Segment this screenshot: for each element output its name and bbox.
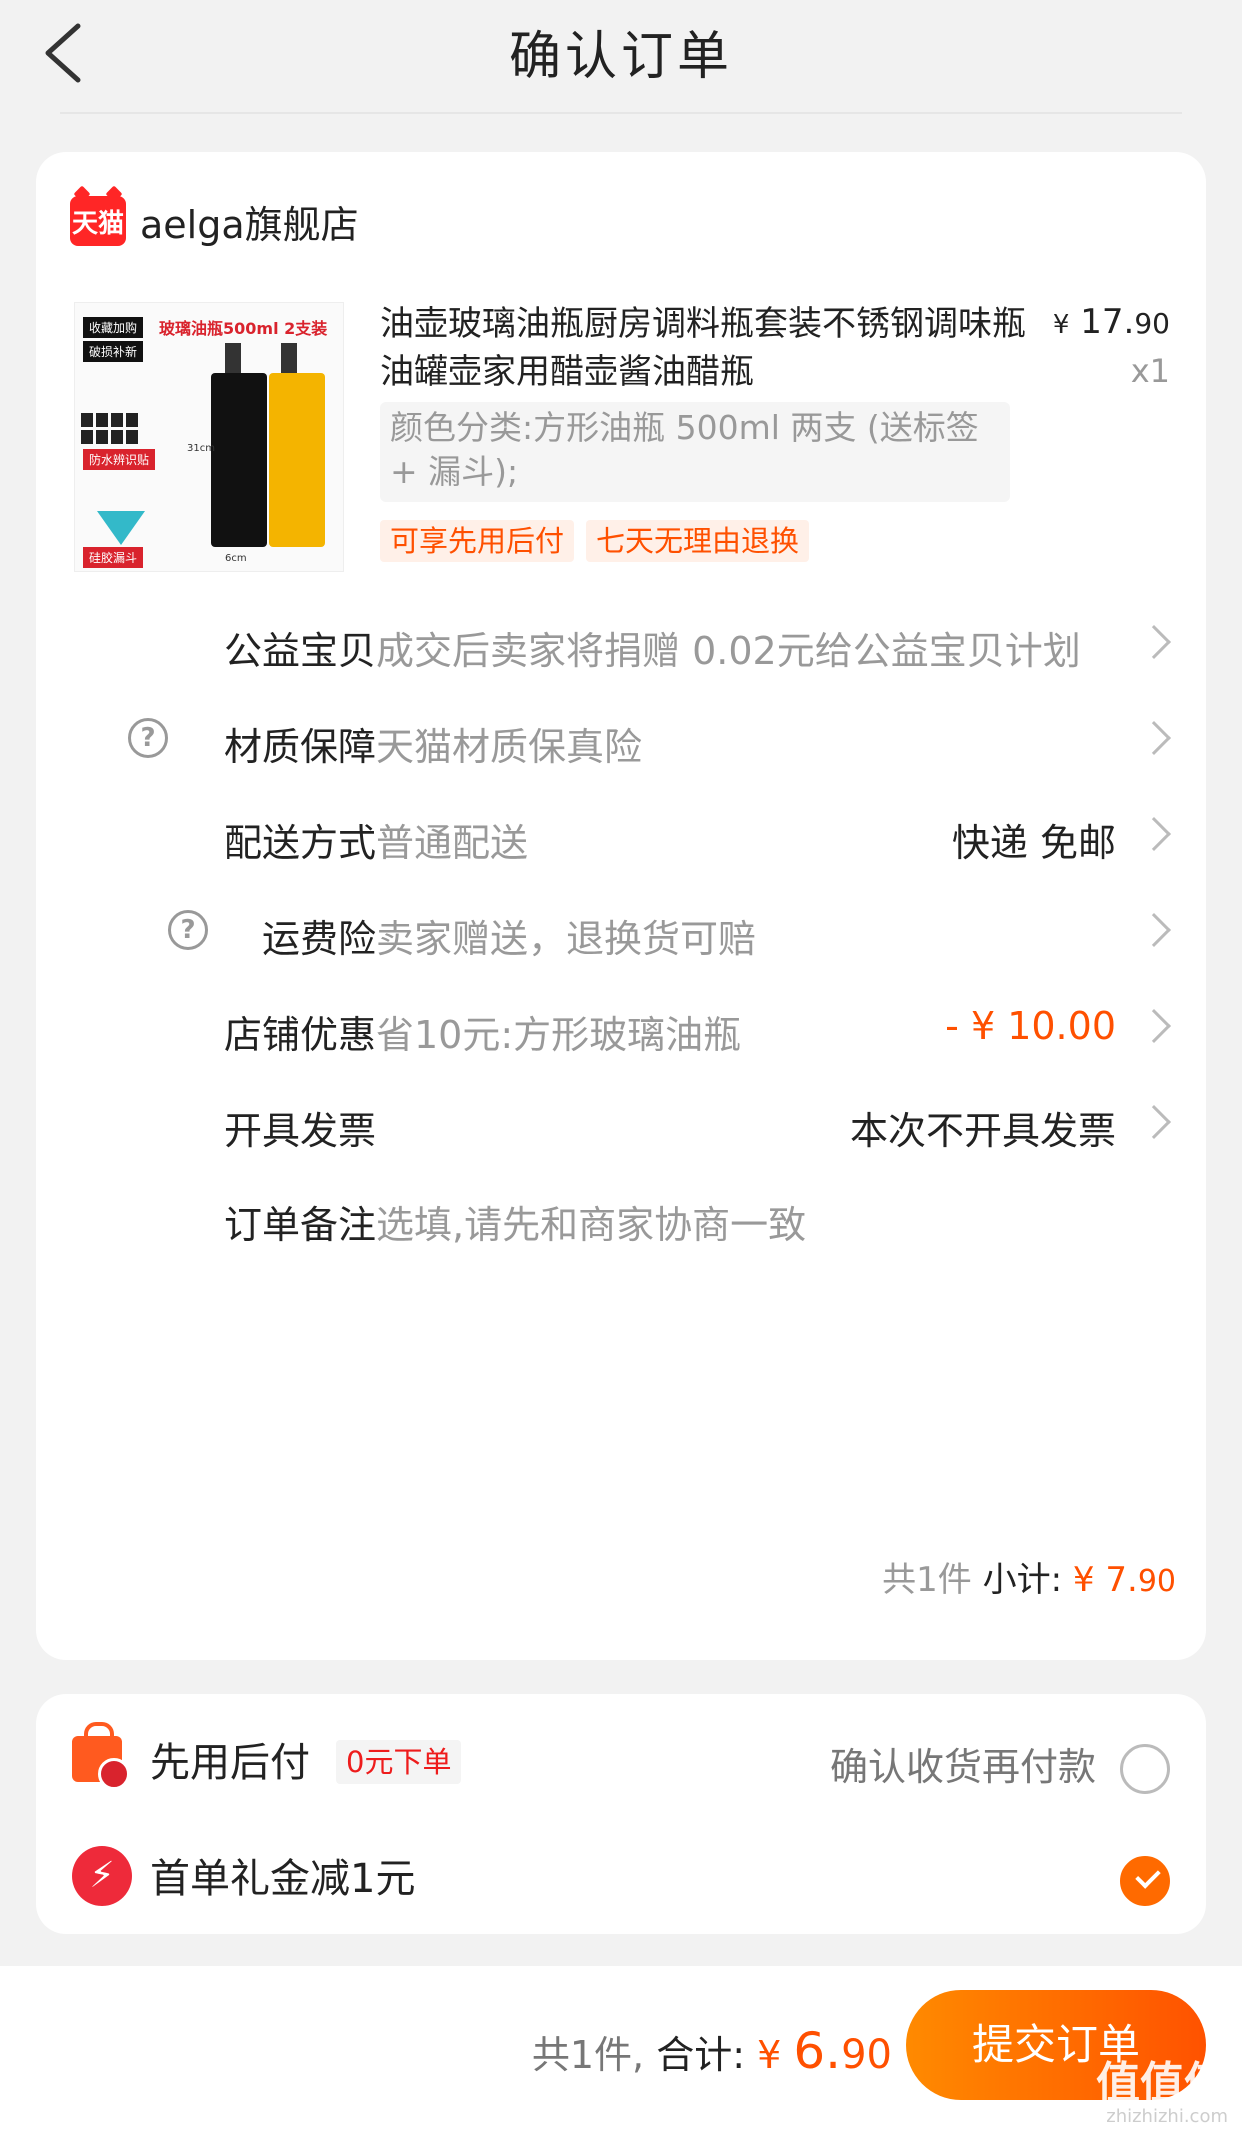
lightning-icon: ⚡ <box>72 1846 132 1906</box>
shop-header[interactable]: 天猫 aelga旗舰店 <box>70 192 359 250</box>
image-tag-sticker: 防水辨识贴 <box>83 449 156 470</box>
chevron-right-icon <box>1137 625 1171 659</box>
nav-divider <box>60 112 1182 114</box>
order-note-input[interactable]: 选填,请先和商家协商一致 <box>376 1194 806 1249</box>
chevron-right-icon <box>1137 1009 1171 1043</box>
row-order-note[interactable]: 订单备注 选填,请先和商家协商一致 <box>36 1182 1206 1262</box>
row-label: 材质保障 <box>223 725 376 769</box>
product-title[interactable]: 油壶玻璃油瓶厨房调料瓶套装不锈钢调味瓶油罐壶家用醋壶酱油醋瓶 <box>380 300 1050 396</box>
help-icon[interactable]: ? <box>128 718 168 758</box>
row-desc: 省10元:方形玻璃油瓶 <box>376 1013 742 1057</box>
row-material-guarantee[interactable]: ? 材质保障 天猫材质保真险 <box>36 704 1206 784</box>
row-label: 开具发票 <box>223 1109 376 1153</box>
sku-selector[interactable]: 颜色分类:方形油瓶 500ml 两支 (送标签 + 漏斗); <box>380 402 1010 502</box>
pay-later-desc: 确认收货再付款 <box>829 1745 1096 1789</box>
shopping-bag-icon <box>72 1722 130 1790</box>
tag-pay-later: 可享先用后付 <box>380 520 575 562</box>
chevron-right-icon <box>1137 913 1171 947</box>
row-label: 配送方式 <box>223 821 376 865</box>
payment-card: 先用后付 0元下单 确认收货再付款 ⚡ 首单礼金减1元 <box>36 1694 1206 1934</box>
row-store-discount[interactable]: 店铺优惠 省10元:方形玻璃油瓶 - ¥ 10.00 <box>36 992 1206 1072</box>
image-tag-favorite: 收藏加购 <box>83 317 144 338</box>
help-icon[interactable]: ? <box>168 910 208 950</box>
pay-later-radio[interactable] <box>1120 1744 1170 1794</box>
row-label: 订单备注 <box>223 1203 376 1247</box>
first-order-gift-option[interactable]: ⚡ 首单礼金减1元 <box>36 1824 1206 1914</box>
row-desc: 成交后卖家将捐赠 0.02元给公益宝贝计划 <box>376 629 1081 673</box>
gift-label: 首单礼金减1元 <box>150 1856 416 1902</box>
row-shipping-insurance[interactable]: ? 运费险 卖家赠送，退换货可赔 <box>36 896 1206 976</box>
funnel-icon <box>97 511 145 545</box>
row-invoice[interactable]: 开具发票 本次不开具发票 <box>36 1088 1206 1168</box>
subtotal: 共1件 小计: ¥ 7.90 <box>882 1560 1176 1600</box>
row-desc: 普通配送 <box>376 821 529 865</box>
row-value: 本次不开具发票 <box>849 1109 1116 1153</box>
order-card: 天猫 aelga旗舰店 收藏加购 破损补新 玻璃油瓶500ml 2支装 防水辨识… <box>36 152 1206 1660</box>
chevron-right-icon <box>1137 1105 1171 1139</box>
watermark-logo: 值值值 <box>1096 2058 1228 2109</box>
nav-bar: 确认订单 <box>0 0 1242 115</box>
product-quantity: x1 <box>1130 352 1170 390</box>
chevron-right-icon <box>1137 721 1171 755</box>
row-desc: 天猫材质保真险 <box>376 725 643 769</box>
gift-checkbox[interactable] <box>1120 1856 1170 1906</box>
chevron-right-icon <box>1137 817 1171 851</box>
row-value: 快递 免邮 <box>951 821 1116 865</box>
watermark: 值值值 zhizhizhi.com <box>1028 2062 1228 2130</box>
row-desc: 卖家赠送，退换货可赔 <box>376 917 757 961</box>
height-label: 31cm <box>187 443 215 454</box>
row-label: 店铺优惠 <box>223 1013 376 1057</box>
pay-later-option[interactable]: 先用后付 0元下单 确认收货再付款 <box>36 1714 1206 1804</box>
pay-later-label: 先用后付 <box>150 1740 310 1786</box>
pay-later-badge: 0元下单 <box>336 1740 462 1784</box>
image-tag-funnel: 硅胶漏斗 <box>83 547 144 568</box>
tmall-logo-icon: 天猫 <box>70 196 126 246</box>
discount-amount: - ¥ 10.00 <box>945 1004 1116 1048</box>
image-caption: 玻璃油瓶500ml 2支装 <box>159 319 328 338</box>
order-total: 共1件, 合计: ¥ 6.90 <box>531 2022 892 2080</box>
label-stickers <box>81 413 143 444</box>
page-title: 确认订单 <box>508 27 733 87</box>
product-tags: 可享先用后付 七天无理由退换 <box>380 520 810 562</box>
product-image[interactable]: 收藏加购 破损补新 玻璃油瓶500ml 2支装 防水辨识贴 硅胶漏斗 31cm … <box>74 302 344 572</box>
black-bottle <box>211 373 267 547</box>
row-label: 公益宝贝 <box>223 629 376 673</box>
tag-7day-return: 七天无理由退换 <box>586 520 810 562</box>
shop-name[interactable]: aelga旗舰店 <box>140 194 359 249</box>
row-label: 运费险 <box>261 917 376 961</box>
watermark-text: zhizhizhi.com <box>1106 2106 1228 2127</box>
image-tag-replace: 破损补新 <box>83 341 144 362</box>
width-label: 6cm <box>225 553 247 564</box>
yellow-bottle <box>269 373 325 547</box>
row-delivery[interactable]: 配送方式 普通配送 快递 免邮 <box>36 800 1206 880</box>
product-price: ¥ 17.90 <box>1052 302 1170 342</box>
row-charity[interactable]: 公益宝贝 成交后卖家将捐赠 0.02元给公益宝贝计划 <box>36 608 1206 688</box>
